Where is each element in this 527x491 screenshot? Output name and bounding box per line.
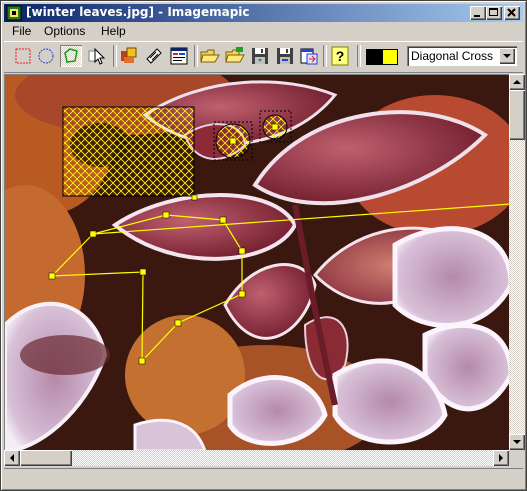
center-handle [229, 137, 237, 145]
edit-button[interactable] [143, 45, 165, 67]
edit-icon [146, 48, 162, 64]
minimize-icon [474, 15, 480, 17]
arrow-down-icon [513, 440, 521, 444]
scroll-down-button[interactable] [509, 434, 525, 450]
close-icon [507, 8, 516, 17]
save-as-button[interactable] [274, 45, 296, 67]
vertical-scroll-thumb[interactable] [509, 90, 525, 140]
save-button[interactable] [249, 45, 271, 67]
app-icon [6, 5, 22, 21]
scroll-left-button[interactable] [4, 450, 20, 466]
svg-text:?: ? [336, 48, 345, 64]
app-window: [winter leaves.jpg] - Imagemapic File Op… [0, 0, 527, 491]
pointer-tool-button[interactable] [85, 45, 107, 67]
dropdown-button[interactable] [499, 48, 515, 64]
map-area-rectangle[interactable] [62, 106, 198, 201]
arrow-left-icon [10, 454, 14, 462]
help-icon: ? [331, 46, 349, 66]
scroll-right-button[interactable] [493, 450, 509, 466]
open-recent-button[interactable] [224, 45, 246, 67]
title-bar[interactable]: [winter leaves.jpg] - Imagemapic [4, 4, 523, 22]
center-handle [271, 123, 279, 131]
properties-button[interactable] [118, 45, 140, 67]
export-button[interactable] [298, 45, 320, 67]
polygon-tool-button[interactable] [60, 45, 82, 67]
foreground-color-swatch[interactable] [366, 49, 382, 65]
open-folder-icon [200, 49, 220, 63]
fill-pattern-value: Diagonal Cross [411, 49, 494, 63]
horizontal-scroll-thumb[interactable] [20, 450, 72, 466]
window-title: [winter leaves.jpg] - Imagemapic [26, 5, 250, 19]
scroll-corner [509, 450, 525, 466]
fill-pattern-dropdown[interactable]: Diagonal Cross [407, 46, 517, 66]
horizontal-scrollbar[interactable] [4, 450, 509, 466]
rect-dashed-icon [15, 48, 31, 64]
toolbar: ? Diagonal Cross [4, 41, 523, 73]
status-bar [4, 468, 523, 488]
menu-options[interactable]: Options [44, 24, 85, 38]
image-canvas[interactable] [4, 74, 511, 451]
close-button[interactable] [504, 6, 520, 20]
menu-file[interactable]: File [12, 24, 31, 38]
help-button[interactable]: ? [329, 45, 351, 67]
circle-dashed-icon [38, 48, 54, 64]
vertical-scrollbar[interactable] [509, 74, 525, 450]
circle-tool-button[interactable] [35, 45, 57, 67]
toolbar-separator [113, 45, 117, 67]
arrow-up-icon [513, 80, 521, 84]
save-disk-icon [252, 48, 268, 64]
toolbar-separator [323, 45, 327, 67]
open-folder-green-icon [225, 47, 245, 63]
export-icon [300, 48, 318, 65]
arrow-right-icon [499, 454, 503, 462]
minimize-button[interactable] [470, 6, 486, 20]
toolbar-separator [194, 45, 198, 67]
html-view-button[interactable] [168, 45, 190, 67]
chevron-down-icon [503, 54, 511, 58]
menu-help[interactable]: Help [101, 24, 126, 38]
properties-icon [121, 47, 137, 63]
maximize-button[interactable] [486, 6, 502, 20]
save-as-disk-icon [277, 48, 293, 64]
cursor-icon [88, 47, 106, 65]
html-icon [170, 47, 188, 65]
polygon-icon [64, 48, 78, 63]
background-color-swatch[interactable] [382, 49, 398, 65]
rectangle-tool-button[interactable] [12, 45, 34, 67]
scroll-up-button[interactable] [509, 74, 525, 90]
resize-handle [191, 194, 198, 201]
maximize-icon [489, 8, 498, 16]
menu-bar: File Options Help [4, 23, 523, 41]
image-map-view [5, 75, 511, 451]
open-button[interactable] [199, 45, 221, 67]
toolbar-separator [357, 45, 361, 67]
